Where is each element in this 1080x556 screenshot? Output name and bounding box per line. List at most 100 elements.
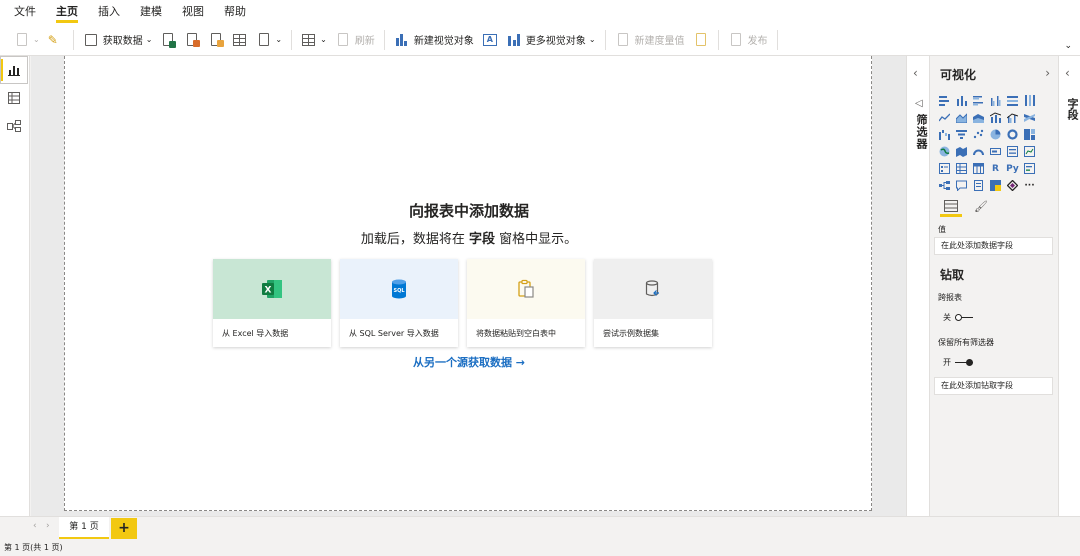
publish-button[interactable]: 发布: [724, 27, 772, 53]
expand-fields-chevron-icon[interactable]: ‹: [1065, 66, 1070, 80]
cross-report-label: 跨报表: [938, 293, 962, 302]
next-page-icon[interactable]: ›: [46, 521, 50, 531]
more-visuals-ellipsis-icon[interactable]: ···: [1021, 177, 1038, 194]
add-data-subtitle: 加载后，数据将在 字段 窗格中显示。: [65, 228, 873, 247]
paste-card-banner: [467, 259, 585, 319]
line-and-stacked-column-icon[interactable]: [987, 109, 1004, 126]
ribbon-divider: [717, 29, 719, 50]
report-canvas[interactable]: 向报表中添加数据 加载后，数据将在 字段 窗格中显示。 X 从 Excel 导入…: [64, 56, 872, 511]
paste-button[interactable]: ⌄: [10, 27, 44, 53]
kpi-icon[interactable]: [1021, 143, 1038, 160]
tab-view[interactable]: 视图: [182, 0, 204, 24]
filled-map-icon[interactable]: [953, 143, 970, 160]
decomposition-tree-icon[interactable]: [936, 177, 953, 194]
r-script-visual-icon[interactable]: R: [987, 160, 1004, 177]
enter-data-button[interactable]: [228, 27, 252, 53]
funnel-chart-icon[interactable]: [953, 126, 970, 143]
recent-sources-button[interactable]: ⌄: [252, 27, 286, 53]
publish-icon: [728, 32, 744, 48]
cross-report-toggle[interactable]: 关: [943, 312, 973, 323]
refresh-button[interactable]: 刷新: [331, 27, 379, 53]
100-stacked-bar-chart-icon[interactable]: [1004, 92, 1021, 109]
clustered-column-chart-icon[interactable]: [987, 92, 1004, 109]
values-label: 值: [938, 225, 946, 234]
fields-pane: ‹ 字段: [1058, 56, 1080, 516]
text-box-button[interactable]: A: [478, 27, 502, 53]
sql-server-button[interactable]: [204, 27, 228, 53]
scatter-chart-icon[interactable]: [970, 126, 987, 143]
line-and-clustered-column-icon[interactable]: [1004, 109, 1021, 126]
ribbon-divider: [291, 29, 293, 50]
gauge-icon[interactable]: [970, 143, 987, 160]
table-visual-icon[interactable]: [953, 160, 970, 177]
refresh-icon: [335, 32, 351, 48]
area-chart-icon[interactable]: [953, 109, 970, 126]
new-visual-button[interactable]: 新建视觉对象: [390, 27, 478, 53]
waterfall-chart-icon[interactable]: [936, 126, 953, 143]
paste-data-card[interactable]: 将数据粘贴到空白表中: [467, 259, 585, 347]
new-measure-button[interactable]: 新建度量值: [611, 27, 689, 53]
keep-filters-toggle[interactable]: 开: [943, 357, 973, 368]
key-influencers-icon[interactable]: [1021, 160, 1038, 177]
values-well[interactable]: 在此处添加数据字段: [934, 237, 1053, 255]
subtitle-post: 窗格中显示。: [499, 232, 578, 247]
python-visual-icon[interactable]: Py: [1004, 160, 1021, 177]
tab-file[interactable]: 文件: [14, 0, 36, 24]
more-visuals-button[interactable]: 更多视觉对象 ⌄: [502, 27, 600, 53]
tab-home[interactable]: 主页: [56, 0, 78, 24]
qna-icon[interactable]: [953, 177, 970, 194]
calculator-icon: [615, 32, 631, 48]
collapse-visualizations-chevron-icon[interactable]: ›: [1045, 66, 1050, 80]
get-data-button[interactable]: 获取数据 ⌄: [79, 27, 157, 53]
format-tab[interactable]: 🖌: [970, 196, 992, 216]
report-view-button[interactable]: [0, 56, 28, 84]
pie-chart-icon[interactable]: [987, 126, 1004, 143]
format-painter-button[interactable]: ✎: [44, 27, 68, 53]
model-view-button[interactable]: [0, 112, 28, 140]
quick-measure-button[interactable]: [689, 27, 713, 53]
100-stacked-column-chart-icon[interactable]: [1021, 92, 1038, 109]
add-page-button[interactable]: +: [111, 518, 137, 539]
sql-server-icon: [208, 32, 225, 48]
multi-row-card-icon[interactable]: [1004, 143, 1021, 160]
tab-insert[interactable]: 插入: [98, 0, 120, 24]
recent-sources-icon: [256, 32, 272, 48]
subtitle-fields: 字段: [468, 232, 495, 247]
smart-narrative-icon[interactable]: [970, 177, 987, 194]
data-view-button[interactable]: [0, 84, 28, 112]
new-visual-label: 新建视觉对象: [413, 36, 474, 47]
paginated-report-icon[interactable]: [987, 177, 1004, 194]
sample-dataset-card[interactable]: 尝试示例数据集: [594, 259, 712, 347]
stacked-bar-chart-icon[interactable]: [936, 92, 953, 109]
treemap-icon[interactable]: [1021, 126, 1038, 143]
excel-card[interactable]: X 从 Excel 导入数据: [213, 259, 331, 347]
stacked-area-chart-icon[interactable]: [970, 109, 987, 126]
line-chart-icon[interactable]: [936, 109, 953, 126]
donut-chart-icon[interactable]: [1004, 126, 1021, 143]
slicer-icon[interactable]: [936, 160, 953, 177]
get-data-other-source-link[interactable]: 从另一个源获取数据 →: [65, 354, 873, 370]
tab-modeling[interactable]: 建模: [140, 0, 162, 24]
previous-page-icon[interactable]: ‹: [33, 521, 37, 531]
transform-data-button[interactable]: ⌄: [297, 27, 331, 53]
fields-label[interactable]: 字段: [1064, 98, 1080, 120]
tab-help[interactable]: 帮助: [224, 0, 246, 24]
sql-server-card[interactable]: SQL 从 SQL Server 导入数据: [340, 259, 458, 347]
fields-well-tab[interactable]: [940, 196, 962, 217]
data-hub-button[interactable]: [180, 27, 204, 53]
drillthrough-well[interactable]: 在此处添加钻取字段: [934, 377, 1053, 395]
power-apps-icon[interactable]: [1004, 177, 1021, 194]
card-icon[interactable]: [987, 143, 1004, 160]
excel-workbook-button[interactable]: [156, 27, 180, 53]
publish-label: 发布: [747, 36, 768, 47]
map-icon[interactable]: [936, 143, 953, 160]
ribbon-chart-icon[interactable]: [1021, 109, 1038, 126]
matrix-icon[interactable]: [970, 160, 987, 177]
filters-label[interactable]: 筛选器: [913, 114, 929, 150]
page-tab-1[interactable]: 第 1 页: [59, 517, 109, 539]
chevron-down-icon: ⌄: [275, 35, 283, 44]
expand-filters-chevron-icon[interactable]: ‹: [913, 66, 918, 80]
stacked-column-chart-icon[interactable]: [953, 92, 970, 109]
collapse-ribbon-icon[interactable]: ⌄: [1064, 41, 1072, 51]
clustered-bar-chart-icon[interactable]: [970, 92, 987, 109]
